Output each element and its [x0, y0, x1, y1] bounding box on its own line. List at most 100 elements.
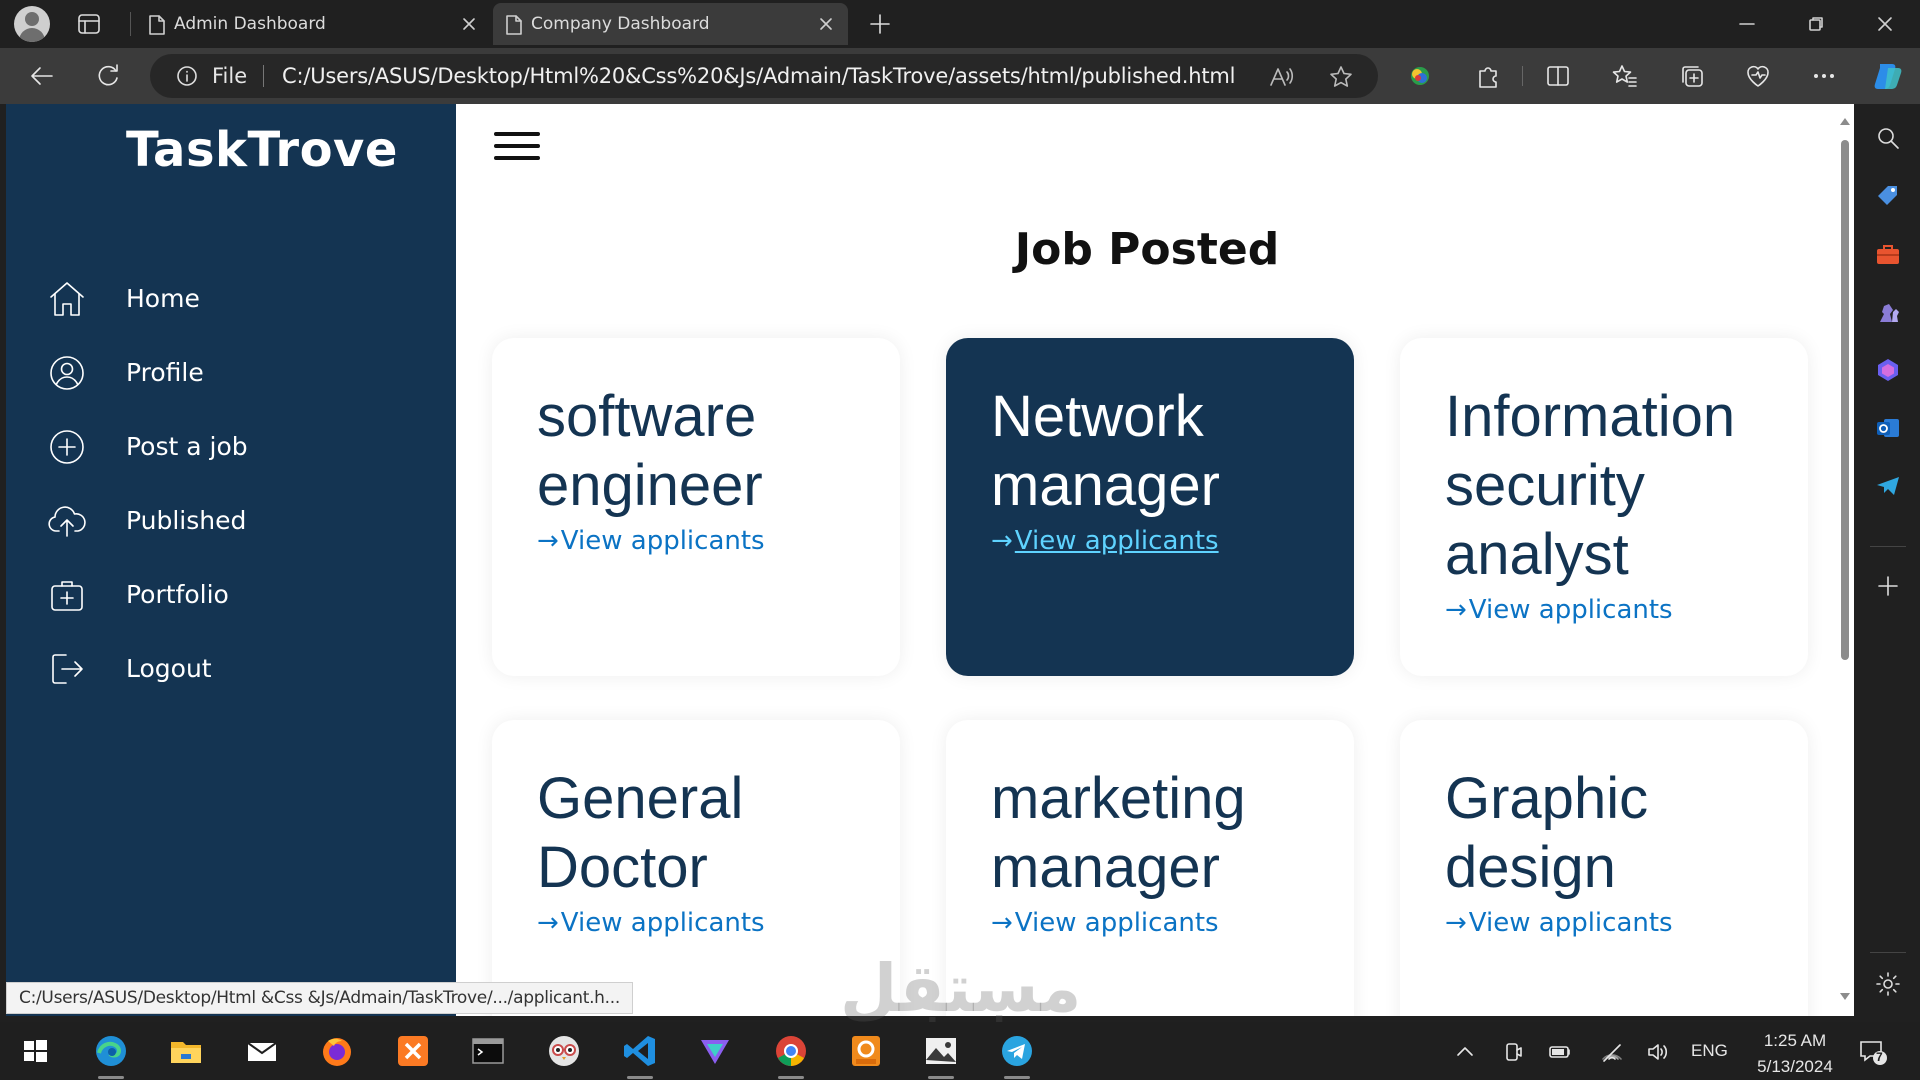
tab-company-dashboard[interactable]: Company Dashboard [493, 3, 848, 45]
active-app-indicator [627, 1076, 653, 1079]
copilot-app-icon[interactable] [1874, 356, 1902, 384]
add-app-icon[interactable] [1874, 572, 1902, 600]
sidebar: TaskTrove Home Profile Post a job Publis… [6, 104, 456, 1016]
extensions-puzzle-icon[interactable] [1474, 62, 1502, 90]
job-card-highlighted[interactable]: Network manager →View applicants [946, 338, 1354, 676]
split-screen-icon[interactable] [1544, 62, 1572, 90]
telegram-icon[interactable] [998, 1032, 1036, 1070]
page-icon [505, 14, 523, 36]
back-icon[interactable] [28, 62, 56, 90]
view-applicants-link[interactable]: →View applicants [537, 523, 897, 559]
sidebar-item-label: Logout [126, 654, 212, 683]
photos-icon[interactable] [922, 1032, 960, 1070]
job-title: marketing manager [991, 766, 1246, 900]
scroll-up-icon[interactable] [1839, 116, 1851, 126]
close-window-icon[interactable] [1875, 14, 1895, 34]
pdf-app-icon[interactable] [847, 1032, 885, 1070]
job-card[interactable]: General Doctor →View applicants [492, 720, 900, 1016]
view-applicants-link[interactable]: →View applicants [537, 905, 897, 941]
page-title: Job Posted [1014, 224, 1280, 275]
telegram-send-icon[interactable] [1874, 472, 1902, 500]
meet-now-icon[interactable] [1502, 1040, 1526, 1064]
sidebar-item-published[interactable]: Published [6, 490, 456, 550]
scroll-down-icon[interactable] [1839, 992, 1851, 1002]
extension-color-icon[interactable] [1406, 62, 1434, 90]
info-icon[interactable] [176, 65, 198, 87]
sidebar-item-profile[interactable]: Profile [6, 342, 456, 402]
view-applicants-link[interactable]: →View applicants [1445, 905, 1805, 941]
close-tab-icon[interactable] [818, 16, 834, 32]
tab-admin-dashboard[interactable]: Admin Dashboard [136, 3, 491, 45]
copilot-icon[interactable] [1870, 58, 1906, 94]
more-options-icon[interactable] [1810, 62, 1838, 90]
view-applicants-link[interactable]: →View applicants [991, 523, 1351, 559]
search-icon[interactable] [1874, 124, 1902, 152]
input-language[interactable]: ENG [1691, 1041, 1728, 1061]
minimize-icon[interactable] [1737, 14, 1757, 34]
url-separator [263, 65, 264, 87]
taskbar-clock[interactable]: 1:25 AM 5/13/2024 [1740, 1028, 1850, 1080]
url-text[interactable]: C:/Users/ASUS/Desktop/Html%20&Css%20&Js/… [282, 64, 1235, 88]
sidebar-item-portfolio[interactable]: Portfolio [6, 564, 456, 624]
new-tab-icon[interactable] [868, 12, 892, 36]
chrome-icon[interactable] [772, 1032, 810, 1070]
favorites-icon[interactable] [1611, 62, 1639, 90]
job-card[interactable]: Information security analyst →View appli… [1400, 338, 1808, 676]
sidebar-item-label: Home [126, 284, 200, 313]
outlook-icon[interactable] [1874, 414, 1902, 442]
proton-vpn-icon[interactable] [696, 1032, 734, 1070]
clock-time: 1:25 AM [1763, 1031, 1827, 1050]
plus-circle-icon [46, 426, 88, 468]
view-applicants-link[interactable]: →View applicants [991, 905, 1351, 941]
battery-icon[interactable] [1548, 1040, 1572, 1064]
job-card[interactable]: Graphic design →View applicants [1400, 720, 1808, 1016]
terminal-icon[interactable] [469, 1032, 507, 1070]
xampp-icon[interactable] [394, 1032, 432, 1070]
owl-app-icon[interactable] [545, 1032, 583, 1070]
firefox-icon[interactable] [318, 1032, 356, 1070]
brand-logo-text[interactable]: TaskTrove [126, 122, 398, 178]
notification-center-icon[interactable]: 7 [1858, 1038, 1888, 1066]
mail-icon[interactable] [243, 1032, 281, 1070]
collections-icon[interactable] [1678, 62, 1706, 90]
edge-browser-icon[interactable] [92, 1032, 130, 1070]
hamburger-menu-icon[interactable] [494, 132, 540, 166]
job-title: software engineer [537, 384, 763, 518]
tools-briefcase-icon[interactable] [1874, 240, 1902, 268]
job-card[interactable]: software engineer →View applicants [492, 338, 900, 676]
sidebar-item-home[interactable]: Home [6, 268, 456, 328]
profile-avatar[interactable] [14, 6, 50, 42]
link-label: View applicants [560, 908, 765, 938]
tab-title: Company Dashboard [531, 14, 710, 34]
sidebar-item-post-job[interactable]: Post a job [6, 416, 456, 476]
tab-actions-icon[interactable] [76, 12, 102, 36]
restore-icon[interactable] [1806, 14, 1826, 34]
browser-toolbar: File C:/Users/ASUS/Desktop/Html%20&Css%2… [0, 48, 1920, 104]
file-explorer-icon[interactable] [167, 1032, 205, 1070]
volume-icon[interactable] [1645, 1040, 1669, 1064]
games-icon[interactable] [1874, 298, 1902, 326]
tab-title: Admin Dashboard [174, 14, 326, 34]
show-hidden-icons-chevron-up-icon[interactable] [1453, 1040, 1477, 1064]
arrow-right-icon: → [1445, 908, 1467, 938]
favorite-star-icon[interactable] [1328, 64, 1354, 90]
vertical-scrollbar[interactable] [1836, 104, 1854, 1016]
close-tab-icon[interactable] [461, 16, 477, 32]
reload-icon[interactable] [94, 62, 122, 90]
address-bar[interactable]: File C:/Users/ASUS/Desktop/Html%20&Css%2… [150, 54, 1378, 98]
windows-start-icon[interactable] [16, 1032, 54, 1070]
active-app-indicator [98, 1076, 124, 1079]
job-title: Graphic design [1445, 766, 1649, 900]
windows-taskbar: ENG 1:25 AM 5/13/2024 7 [0, 1022, 1920, 1080]
sidebar-item-logout[interactable]: Logout [6, 638, 456, 698]
view-applicants-link[interactable]: →View applicants [1445, 592, 1805, 628]
shopping-tag-icon[interactable] [1874, 182, 1902, 210]
active-app-indicator [1004, 1076, 1030, 1079]
wifi-icon[interactable] [1600, 1040, 1624, 1064]
vscode-icon[interactable] [621, 1032, 659, 1070]
settings-gear-icon[interactable] [1874, 970, 1902, 998]
browser-essentials-icon[interactable] [1744, 62, 1772, 90]
browser-title-bar: Admin Dashboard Company Dashboard [0, 0, 1920, 48]
scrollbar-thumb[interactable] [1841, 140, 1849, 660]
read-aloud-icon[interactable] [1268, 64, 1294, 90]
